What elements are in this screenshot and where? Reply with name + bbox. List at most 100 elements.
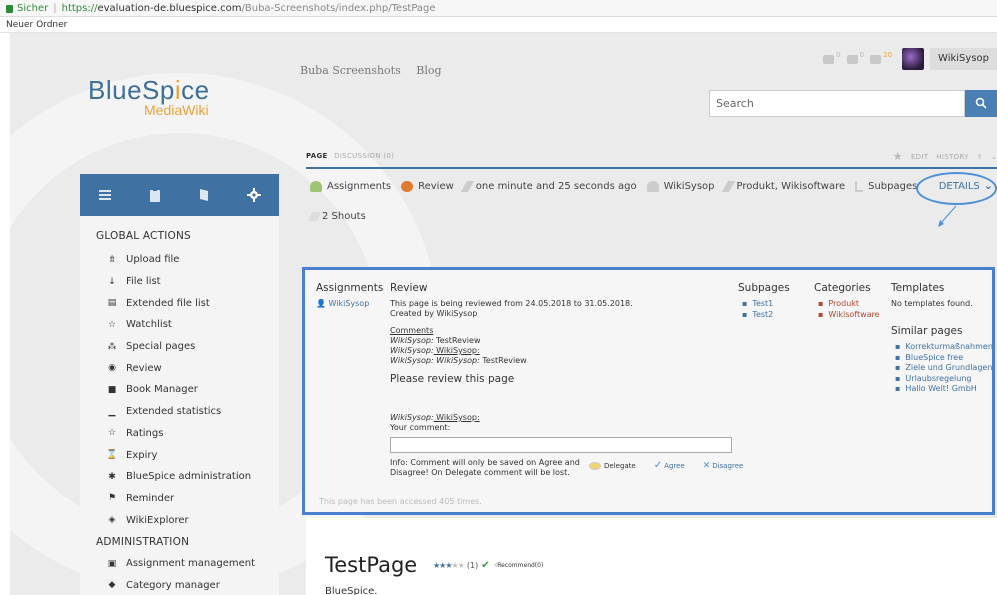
sort-icon: ↓ — [108, 276, 116, 287]
similar-page-link[interactable]: Hallo Welt! GmbH — [895, 384, 993, 395]
review-created-by: Created by WikiSysop — [390, 309, 478, 318]
subpage-link[interactable]: Test2 — [742, 310, 773, 321]
page-access-count: This page has been accessed 405 times. — [319, 497, 482, 506]
assignments-heading: Assignments — [316, 282, 384, 294]
assignment-user[interactable]: 👤 WikiSysop — [316, 299, 369, 309]
user-tools: 0 0 20 WikiSysop — [817, 48, 997, 70]
gear-icon: ✱ — [108, 471, 116, 482]
agree-button[interactable]: ✓ Agree — [654, 460, 694, 471]
page: BlueSpice MediaWiki Buba Screenshots Blo… — [10, 33, 997, 595]
shout-icon — [307, 212, 322, 221]
similar-pages-list: Korrekturmaßnahmen BlueSpice free Ziele … — [895, 342, 993, 395]
separator: | — [53, 2, 57, 14]
explorer-icon: ◈ — [108, 515, 116, 526]
sidebar-item-reminder[interactable]: ⚑ Reminder — [80, 488, 279, 510]
user-add-icon — [310, 180, 322, 192]
bell-icon[interactable] — [823, 54, 835, 64]
bookmarks-bar: Neuer Ordner — [0, 17, 997, 33]
edit-link[interactable]: EDIT — [911, 153, 928, 161]
shouts[interactable]: 2 Shouts — [307, 211, 366, 222]
clipboard-icon[interactable] — [145, 185, 165, 205]
tab-page[interactable]: PAGE — [306, 152, 328, 160]
category-link[interactable]: Wikisoftware — [818, 310, 879, 321]
username[interactable]: WikiSysop — [930, 48, 997, 70]
comment-3: WikiSysop: WikiSysop: TestReview — [390, 356, 527, 365]
avatar[interactable] — [902, 48, 925, 70]
book-icon: ■ — [107, 384, 117, 395]
search-button[interactable] — [965, 90, 997, 117]
please-review-heading: Please review this page — [390, 373, 515, 385]
sidebar-item-ratings[interactable]: ☆ Ratings — [80, 423, 279, 445]
secure-label: Sicher — [17, 2, 49, 14]
rating-count: (1) — [466, 561, 479, 570]
address-bar[interactable]: Sicher | https://evaluation-de.bluespice… — [0, 0, 997, 17]
menu-icon[interactable] — [95, 185, 115, 205]
sidebar-item-review[interactable]: ◉ Review — [80, 357, 279, 379]
similar-page-link[interactable]: Urlaubsregelung — [895, 374, 993, 385]
rating-stars[interactable]: ★★★★★ — [433, 561, 465, 570]
flyout-author[interactable]: WikiSysop — [646, 180, 715, 192]
recommend-button[interactable]: ☝Recommend(0) — [494, 562, 544, 569]
history-link[interactable]: HISTORY — [936, 153, 968, 161]
similar-page-link[interactable]: Korrekturmaßnahmen — [895, 342, 992, 353]
search-input[interactable]: Search — [709, 90, 965, 117]
sidebar-item-watchlist[interactable]: ☆ Watchlist — [80, 314, 279, 336]
sidebar-item-extended-statistics[interactable]: ▁ Extended statistics — [80, 401, 279, 423]
sidebar-item-wikiexplorer[interactable]: ◈ WikiExplorer — [80, 509, 279, 531]
similar-page-link[interactable]: Ziele und Grundlagen — [895, 363, 993, 374]
flyout-review[interactable]: Review — [401, 180, 454, 192]
logo[interactable]: BlueSpice MediaWiki — [88, 75, 258, 118]
sidebar-item-expiry[interactable]: ⌛ Expiry — [80, 444, 279, 466]
topnav-item-blog[interactable]: Blog — [416, 64, 441, 77]
eye-icon: ◉ — [108, 363, 116, 374]
current-reviewer: WikiSysop: WikiSysop: — [390, 413, 480, 422]
subpages-list: Test1 Test2 — [742, 299, 773, 320]
sidebar-item-file-list[interactable]: ↓ File list — [80, 271, 279, 293]
content-area: PAGE DISCUSSION (0) ★ EDIT HISTORY ⇪ ⌄ A… — [302, 144, 997, 595]
categories-list: Produkt Wikisoftware — [818, 299, 880, 321]
eye-icon[interactable] — [870, 54, 882, 64]
article-body: BlueSpice. — [325, 586, 378, 595]
sidebar-item-assignment-management[interactable]: ▣ Assignment management — [80, 553, 279, 575]
category-icon: ◆ — [108, 580, 116, 591]
sidebar-item-extended-file-list[interactable]: ▤ Extended file list — [80, 292, 279, 314]
flyout-last-edit[interactable]: one minute and 25 seconds ago — [460, 180, 637, 192]
list-icon: ▤ — [107, 298, 117, 309]
chart-icon: ▁ — [108, 406, 116, 417]
flyout-subpages[interactable]: Subpages — [855, 180, 917, 192]
url-protocol: https:// — [61, 2, 98, 14]
similar-page-link[interactable]: BlueSpice free — [895, 353, 993, 364]
flyout-categories[interactable]: Produkt, Wikisoftware — [721, 180, 845, 192]
tab-discussion[interactable]: DISCUSSION (0) — [334, 152, 394, 160]
check-icon: ✔ — [481, 560, 490, 571]
topnav-item-buba-screenshots[interactable]: Buba Screenshots — [300, 64, 401, 77]
gear-icon[interactable] — [244, 185, 264, 205]
page-title: TestPage — [325, 553, 418, 577]
page-actions: ★ EDIT HISTORY ⇪ ⌄ — [885, 150, 997, 163]
share-icon[interactable]: ⇪ — [977, 153, 983, 161]
article: TestPage ★★★★★ (1) ✔ ☝Recommend(0) BlueS… — [306, 518, 997, 595]
category-link[interactable]: Produkt — [818, 299, 880, 310]
flyout-assignments[interactable]: Assignments — [310, 180, 391, 192]
sidebar-item-upload-file[interactable]: ⇯ Upload file — [80, 249, 279, 271]
star-icon[interactable]: ★ — [458, 561, 465, 570]
mail-icon[interactable] — [846, 54, 858, 64]
special-icon: ⁂ — [107, 341, 117, 352]
disagree-button[interactable]: ✕ Disagree — [703, 461, 753, 471]
comment-input[interactable] — [390, 437, 732, 453]
pencil-icon — [460, 180, 474, 192]
page-tabs: PAGE DISCUSSION (0) — [306, 152, 394, 160]
delegate-button[interactable]: Delegate — [589, 461, 645, 470]
watch-star-icon[interactable]: ★ — [893, 150, 903, 163]
sidebar-item-bluespice-administration[interactable]: ✱ BlueSpice administration — [80, 466, 279, 488]
lock-icon — [6, 5, 13, 13]
sidebar-item-special-pages[interactable]: ⁂ Special pages — [80, 336, 279, 358]
details-flyout: Assignments 👤 WikiSysop Review This page… — [302, 267, 995, 515]
bookmark-folder[interactable]: Neuer Ordner — [6, 20, 67, 30]
check-icon: ✓ — [653, 460, 663, 471]
sidebar-item-book-manager[interactable]: ■ Book Manager — [80, 379, 279, 401]
subpage-link[interactable]: Test1 — [742, 299, 773, 310]
book-icon[interactable] — [194, 185, 214, 205]
sidebar-item-category-manager[interactable]: ◆ Category manager — [80, 575, 279, 595]
chevron-down-icon[interactable]: ⌄ — [991, 153, 997, 161]
